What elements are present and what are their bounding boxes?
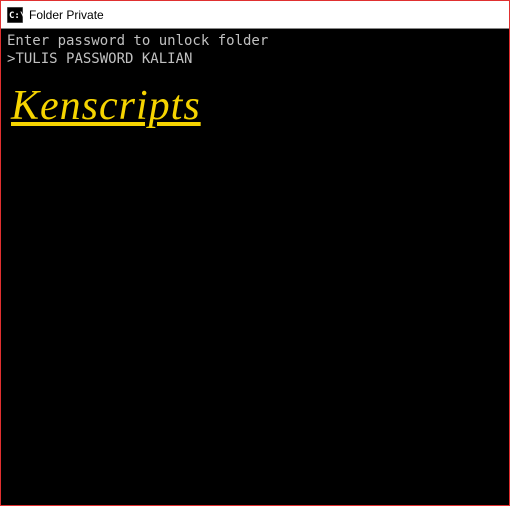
watermark-text: Kenscripts [11,80,503,133]
console-prompt-line: >TULIS PASSWORD KALIAN [7,51,503,69]
console-area[interactable]: Enter password to unlock folder >TULIS P… [1,29,509,505]
cmd-icon: C:\ [7,7,23,23]
window-titlebar: C:\ Folder Private [1,1,509,29]
svg-text:C:\: C:\ [9,11,23,21]
window-title: Folder Private [29,8,104,22]
console-output-line: Enter password to unlock folder [7,33,503,51]
password-input[interactable]: TULIS PASSWORD KALIAN [15,51,192,67]
